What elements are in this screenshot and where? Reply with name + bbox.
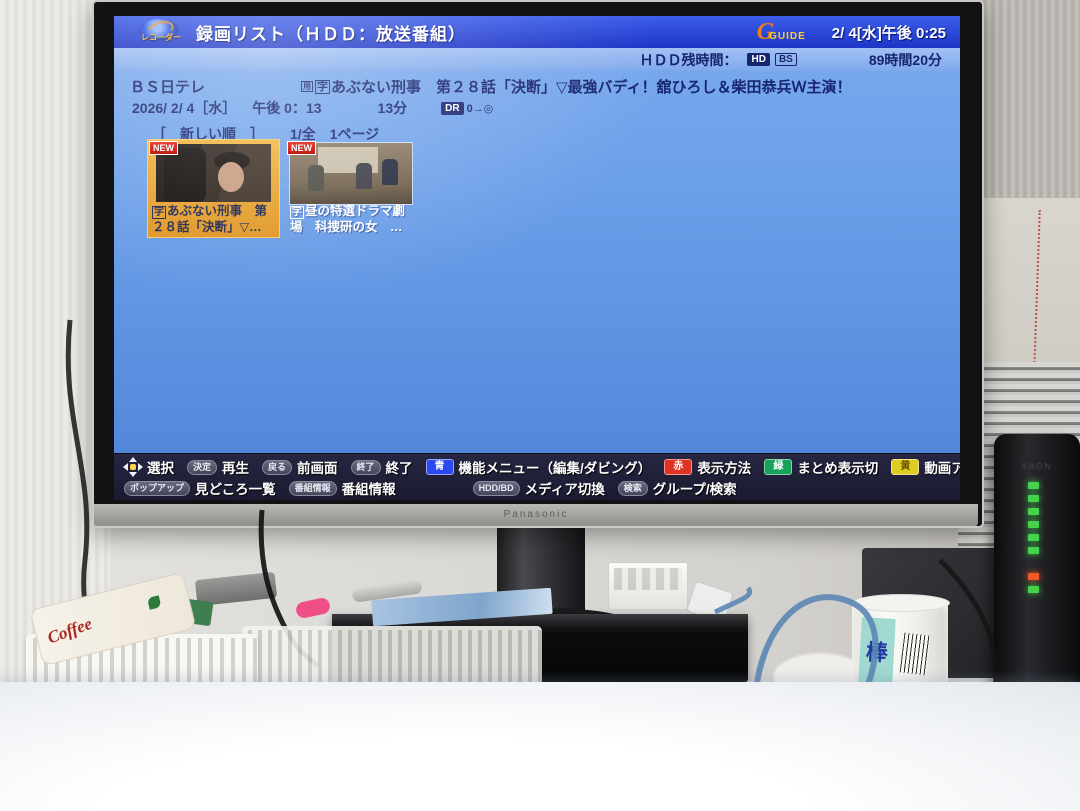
control-group-toggle: 緑 まとめ表示切: [764, 457, 878, 477]
modem-brand-label: KAON: [994, 462, 1080, 471]
back-button-icon: 戻る: [262, 460, 292, 475]
control-hint-bar: 選択 決定 再生 戻る 前画面 終了 終了 青: [114, 453, 960, 500]
program-duration: 13分: [378, 98, 408, 118]
popup-button-icon: ポップアップ: [124, 481, 190, 496]
title-bar: レコーダー 録画リスト（ＨＤＤ：放送番組） G GUIDE 2/ 4[水]午後 …: [114, 16, 960, 48]
recorder-disc-label: レコーダー: [138, 32, 184, 43]
tile-caption: 字あぶない刑事 第 ２８話「決断」▽…: [152, 204, 276, 235]
blue-button-icon: 青: [426, 459, 454, 475]
modem-led-green: [1028, 482, 1039, 489]
control-back: 戻る 前画面: [262, 457, 338, 477]
monitor-brand-label: Panasonic: [94, 509, 978, 520]
tile-caption: 字昼の特選ドラマ劇 場 科捜研の女 …: [290, 204, 414, 235]
control-group-search: 検索 グループ/検索: [618, 478, 737, 498]
clock: 2/ 4[水]午後 0:25: [832, 22, 946, 43]
plastic-basket-back: [242, 626, 542, 686]
modem-router: KAON: [994, 434, 1080, 702]
hdd-remaining-label: ＨＤＤ残時間：: [639, 50, 737, 70]
white-box: [608, 562, 688, 610]
program-info-line2: 2026/ 2/ 4［水］ 午後 0：13 13分 DR 0→◎: [132, 98, 493, 118]
modem-led-column: [1028, 482, 1039, 593]
gguide-logo: G GUIDE: [757, 22, 806, 42]
hd-badge: HD: [747, 53, 769, 66]
control-video-album: 黄 動画アルバム: [891, 457, 960, 477]
program-info-line1: ＢＳ日テレ 用 字 あぶない刑事 第２８話「決断」▽最強バディ！舘ひろし＆柴田恭…: [130, 76, 852, 97]
barcode: [900, 633, 931, 676]
control-media-switch: HDD/BD メディア切換: [473, 478, 605, 498]
swab-tub-label: 棒: [858, 617, 895, 685]
modem-led-off: [1028, 560, 1039, 567]
program-date: 2026/ 2/ 4［水］: [132, 98, 236, 118]
green-button-icon: 緑: [764, 459, 792, 475]
hdd-remaining-time: 89時間20分: [869, 50, 942, 70]
modem-led-green: [1028, 586, 1039, 593]
modem-led-green: [1028, 534, 1039, 541]
modem-led-green: [1028, 547, 1039, 554]
page-title: 録画リスト（ＨＤＤ：放送番組）: [196, 20, 466, 45]
new-badge: NEW: [287, 141, 316, 155]
control-highlights: ポップアップ 見どころ一覧: [124, 478, 276, 498]
program-start-time: 午後 0：13: [252, 98, 321, 118]
control-select: 選択: [124, 457, 174, 477]
control-play: 決定 再生: [187, 457, 249, 477]
monitor-bottom-bezel: Panasonic: [94, 504, 978, 526]
recorder-ui-screen: レコーダー 録画リスト（ＨＤＤ：放送番組） G GUIDE 2/ 4[水]午後 …: [114, 16, 960, 500]
modem-led-red: [1028, 573, 1039, 580]
hdd-bd-button-icon: HDD/BD: [473, 481, 520, 496]
recording-tile-selected[interactable]: NEW 字あぶない刑事 第 ２８話「決断」▽…: [148, 140, 279, 237]
monitor: レコーダー 録画リスト（ＨＤＤ：放送番組） G GUIDE 2/ 4[水]午後 …: [92, 0, 984, 528]
decide-button-icon: 決定: [187, 460, 217, 475]
desk-surface: [0, 682, 1080, 811]
control-exit: 終了 終了: [351, 457, 413, 477]
new-badge: NEW: [149, 141, 178, 155]
recorder-disc-icon: レコーダー: [140, 19, 180, 45]
control-program-info: 番組情報 番組情報: [289, 478, 396, 498]
dr-mode-badge: DR: [441, 102, 463, 115]
red-button-icon: 赤: [664, 459, 692, 475]
search-button-icon: 検索: [618, 481, 648, 496]
hdd-status-bar: ＨＤＤ残時間： HD BS 89時間20分: [114, 48, 960, 71]
dpad-icon: [124, 458, 142, 476]
subtitle-icon: 字: [315, 80, 330, 94]
subtitle-icon: 字: [152, 206, 166, 219]
control-display-mode: 赤 表示方法: [664, 457, 751, 477]
marker-icon: 用: [301, 81, 313, 92]
gguide-text: GUIDE: [769, 31, 806, 42]
dub-indicator-icon: 0→◎: [467, 102, 494, 115]
exit-button-icon: 終了: [351, 460, 381, 475]
recording-tile[interactable]: NEW 字昼の特選ドラマ劇 場 科捜研の女 …: [286, 140, 417, 237]
program-title: あぶない刑事 第２８話「決断」▽最強バディ！舘ひろし＆柴田恭兵Ｗ主演！: [331, 76, 852, 97]
modem-led-green: [1028, 508, 1039, 515]
control-function-menu: 青 機能メニュー（編集/ダビング）: [426, 457, 652, 477]
modem-led-green: [1028, 495, 1039, 502]
subtitle-icon: 字: [290, 206, 304, 219]
program-channel: ＢＳ日テレ: [130, 76, 205, 97]
yellow-button-icon: 黄: [891, 459, 919, 475]
photo-of-desk-and-tv: 56 KAON 棒: [0, 0, 1080, 811]
program-info-button-icon: 番組情報: [289, 481, 337, 496]
modem-led-green: [1028, 521, 1039, 528]
bs-badge: BS: [775, 53, 797, 66]
